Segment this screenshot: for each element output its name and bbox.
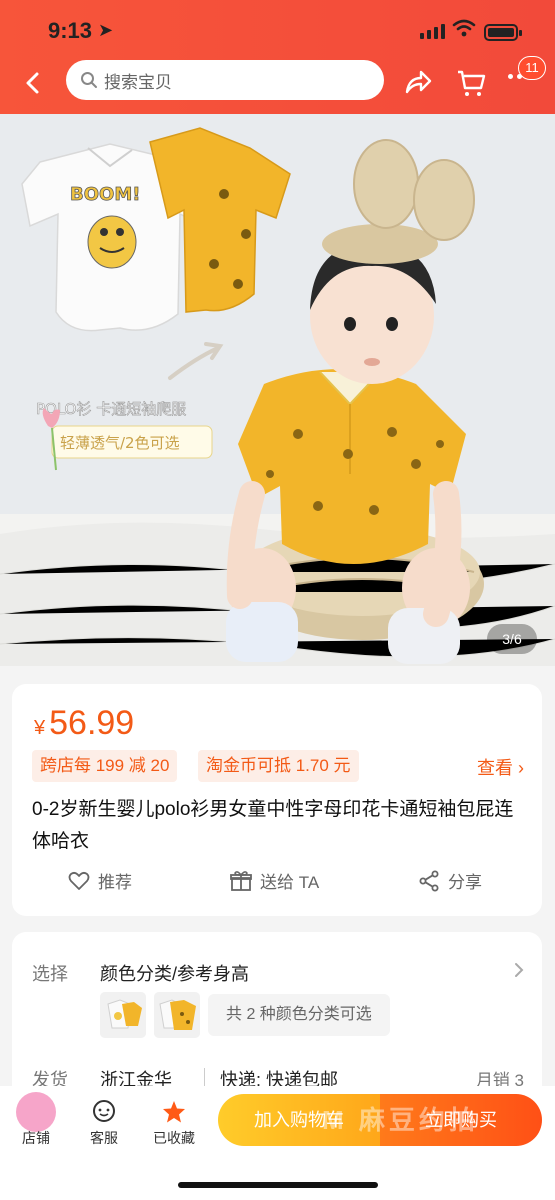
home-indicator bbox=[178, 1182, 378, 1188]
share-label: 分享 bbox=[448, 873, 482, 892]
customer-service-button[interactable]: 客服 bbox=[76, 1096, 132, 1148]
favorited-label: 已收藏 bbox=[153, 1130, 195, 1146]
price: ¥ 56.99 bbox=[34, 704, 134, 743]
store-label: 店铺 bbox=[22, 1130, 50, 1146]
color-thumb-yellow[interactable] bbox=[154, 992, 200, 1038]
select-value[interactable]: 颜色分类/参考身高 bbox=[100, 960, 249, 986]
watermark: M 麻豆约拍 bbox=[322, 1105, 479, 1135]
share-nodes-icon bbox=[419, 870, 439, 891]
status-time: 9:13 bbox=[48, 18, 93, 43]
gift-button[interactable]: 送给 TA bbox=[230, 868, 319, 893]
header-bar: 9:13 ➤ 搜索宝贝 11 bbox=[0, 0, 555, 114]
notification-badge: 11 bbox=[518, 56, 546, 80]
battery-icon bbox=[484, 24, 522, 41]
favorite-button[interactable]: 已收藏 bbox=[146, 1096, 202, 1148]
location-icon: ➤ bbox=[98, 20, 114, 40]
recommend-button[interactable]: 推荐 bbox=[68, 868, 132, 893]
promo-tag-cross-store[interactable]: 跨店每 199 减 20 bbox=[32, 750, 178, 782]
color-thumb-white[interactable] bbox=[100, 992, 146, 1038]
view-label: 查看 bbox=[476, 758, 513, 778]
search-placeholder: 搜索宝贝 bbox=[104, 72, 172, 92]
more-colors-chip[interactable]: 共 2 种颜色分类可选 bbox=[208, 994, 390, 1036]
gift-label: 送给 TA bbox=[260, 873, 320, 892]
price-value: 56.99 bbox=[49, 704, 135, 742]
heart-icon bbox=[68, 871, 90, 890]
currency-symbol: ¥ bbox=[34, 717, 46, 739]
promo-tag-coins[interactable]: 淘金币可抵 1.70 元 bbox=[198, 750, 359, 782]
recommend-label: 推荐 bbox=[98, 873, 132, 892]
chevron-right-icon bbox=[515, 963, 524, 977]
boom-print: BOOM! bbox=[70, 184, 140, 205]
search-input[interactable]: 搜索宝贝 bbox=[66, 60, 384, 100]
wifi-icon bbox=[452, 19, 476, 37]
gift-icon bbox=[230, 870, 252, 891]
share-icon[interactable] bbox=[403, 68, 433, 96]
price-card: ¥ 56.99 跨店每 199 减 20 淘金币可抵 1.70 元 查看 › 0… bbox=[12, 684, 542, 916]
bottom-action-bar: 店铺 客服 已收藏 加入购物车 立即购买 M 麻豆约拍 bbox=[0, 1086, 555, 1200]
star-icon bbox=[163, 1101, 185, 1123]
search-icon bbox=[81, 72, 97, 88]
select-label: 选择 bbox=[32, 964, 68, 984]
image-counter: 3/6 bbox=[487, 624, 537, 654]
store-button[interactable]: 店铺 bbox=[8, 1092, 64, 1148]
status-bar: 9:13 ➤ bbox=[0, 0, 555, 60]
back-icon[interactable] bbox=[20, 68, 46, 98]
chevron-right-icon: › bbox=[518, 758, 524, 778]
product-photo: BOOM! POLO衫 卡通短袖爬服 轻薄透气/2色可选 bbox=[0, 114, 555, 666]
product-title: 0-2岁新生婴儿polo衫男女童中性字母印花卡通短袖包屁连体哈衣 bbox=[32, 799, 514, 852]
product-image[interactable]: BOOM! POLO衫 卡通短袖爬服 轻薄透气/2色可选 3/6 bbox=[0, 114, 555, 666]
service-label: 客服 bbox=[90, 1130, 118, 1146]
share-button[interactable]: 分享 bbox=[418, 868, 482, 893]
store-avatar bbox=[16, 1092, 56, 1132]
signal-icon bbox=[420, 24, 445, 39]
chat-icon bbox=[93, 1100, 115, 1122]
divider bbox=[204, 1068, 205, 1088]
overlay-line2: 轻薄透气/2色可选 bbox=[60, 434, 180, 452]
cart-icon[interactable] bbox=[456, 68, 486, 98]
view-promos-link[interactable]: 查看 › bbox=[477, 754, 524, 780]
